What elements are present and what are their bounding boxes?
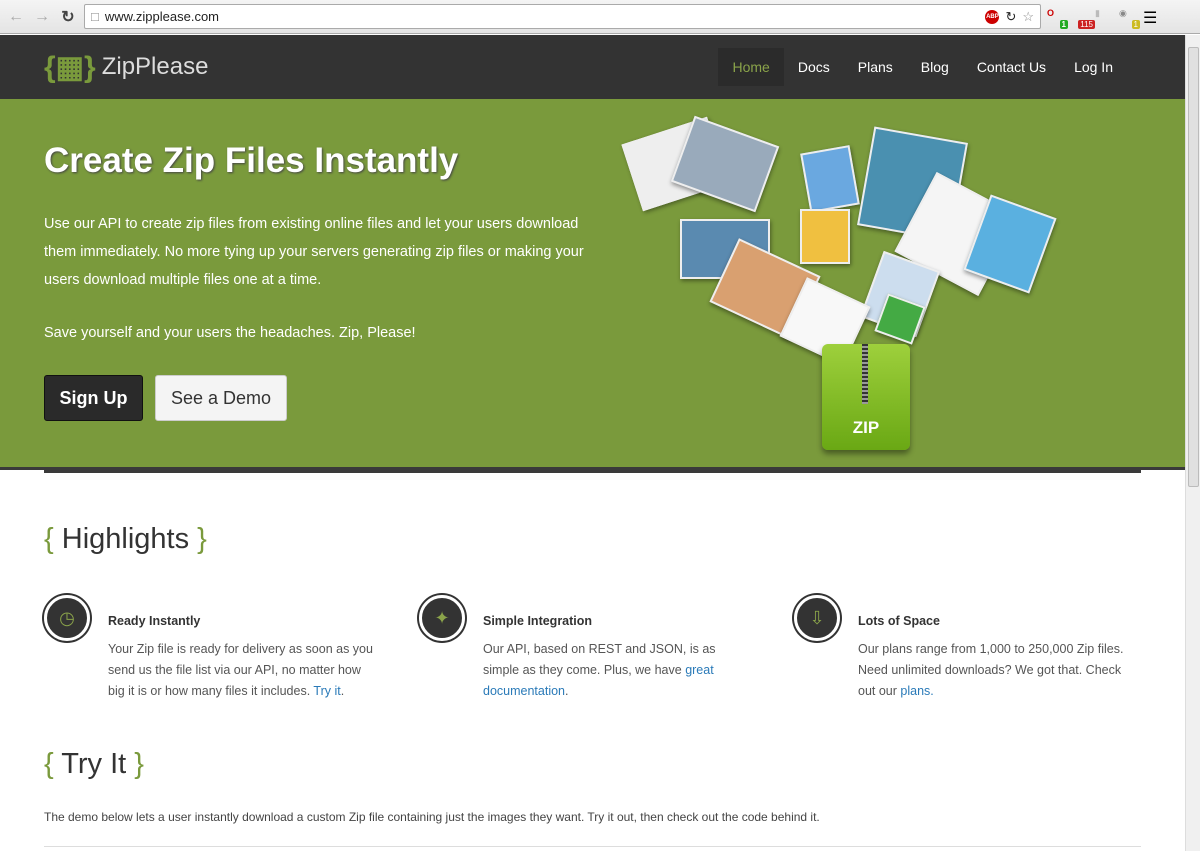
highlight-title: Lots of Space xyxy=(858,614,940,628)
nav-plans[interactable]: Plans xyxy=(844,48,907,86)
extension-badge-icon[interactable]: 115 xyxy=(1071,8,1095,29)
demo-area xyxy=(44,846,1141,851)
zip-icon: ZIP xyxy=(822,344,910,450)
hero-title: Create Zip Files Instantly xyxy=(44,141,459,180)
highlight-title: Ready Instantly xyxy=(108,614,201,628)
browser-toolbar: ← → ↻ □ www.zipplease.com ABP ↻ ☆ O1 115… xyxy=(0,0,1200,34)
sign-up-button[interactable]: Sign Up xyxy=(44,375,143,421)
see-demo-button[interactable]: See a Demo xyxy=(155,375,287,421)
scrollbar-thumb[interactable] xyxy=(1188,47,1199,487)
url-text[interactable]: www.zipplease.com xyxy=(105,9,980,24)
highlights-heading: { Highlights } xyxy=(44,523,207,555)
logo[interactable]: {▦} ZipPlease xyxy=(44,50,208,85)
extension-icon[interactable]: O1 xyxy=(1047,8,1068,29)
nav-blog[interactable]: Blog xyxy=(907,48,963,86)
signal-icon[interactable]: ▮ xyxy=(1095,8,1113,26)
try-it-intro: The demo below lets a user instantly dow… xyxy=(44,810,820,824)
magic-wand-icon: ✦ xyxy=(419,595,465,641)
scrollbar[interactable] xyxy=(1185,35,1200,851)
page-icon: □ xyxy=(91,9,99,24)
address-bar[interactable]: □ www.zipplease.com ABP ↻ ☆ xyxy=(84,4,1041,29)
hero-tagline: Save yourself and your users the headach… xyxy=(44,325,416,341)
try-it-link[interactable]: Try it xyxy=(313,684,340,698)
plans-link[interactable]: plans. xyxy=(900,684,933,698)
logo-icon: {▦} xyxy=(44,50,96,84)
hero: Create Zip Files Instantly Use our API t… xyxy=(0,99,1185,470)
nav-contact[interactable]: Contact Us xyxy=(963,48,1060,86)
highlight-text: Your Zip file is ready for delivery as s… xyxy=(108,642,373,698)
hero-description: Use our API to create zip files from exi… xyxy=(44,216,584,288)
nav-docs[interactable]: Docs xyxy=(784,48,844,86)
clock-icon: ◷ xyxy=(44,595,90,641)
divider xyxy=(44,470,1141,473)
back-icon[interactable]: ← xyxy=(6,8,26,26)
adblock-icon[interactable]: ABP xyxy=(985,9,1000,24)
logo-text: ZipPlease xyxy=(101,53,209,80)
top-navbar: {▦} ZipPlease Home Docs Plans Blog Contac… xyxy=(0,35,1185,99)
try-it-heading: { Try It } xyxy=(44,748,144,780)
bookmark-star-icon[interactable]: ☆ xyxy=(1022,9,1034,25)
eye-extension-icon[interactable]: ◉ 1 xyxy=(1119,8,1140,29)
forward-icon[interactable]: → xyxy=(32,8,52,26)
menu-icon[interactable]: ☰ xyxy=(1143,8,1161,27)
zip-files-illustration: ZIP xyxy=(620,109,1070,479)
nav-home[interactable]: Home xyxy=(718,48,784,86)
highlight-text: Our API, based on REST and JSON, is as s… xyxy=(483,642,716,698)
sync-icon[interactable]: ↻ xyxy=(1005,9,1016,25)
nav-login[interactable]: Log In xyxy=(1060,48,1127,86)
download-icon: ⇩ xyxy=(794,595,840,641)
reload-icon[interactable]: ↻ xyxy=(58,7,78,27)
highlight-title: Simple Integration xyxy=(483,614,593,628)
main-nav: Home Docs Plans Blog Contact Us Log In xyxy=(718,35,1127,99)
page: {▦} ZipPlease Home Docs Plans Blog Contac… xyxy=(0,35,1185,851)
highlight-text: Our plans range from 1,000 to 250,000 Zi… xyxy=(858,642,1124,698)
